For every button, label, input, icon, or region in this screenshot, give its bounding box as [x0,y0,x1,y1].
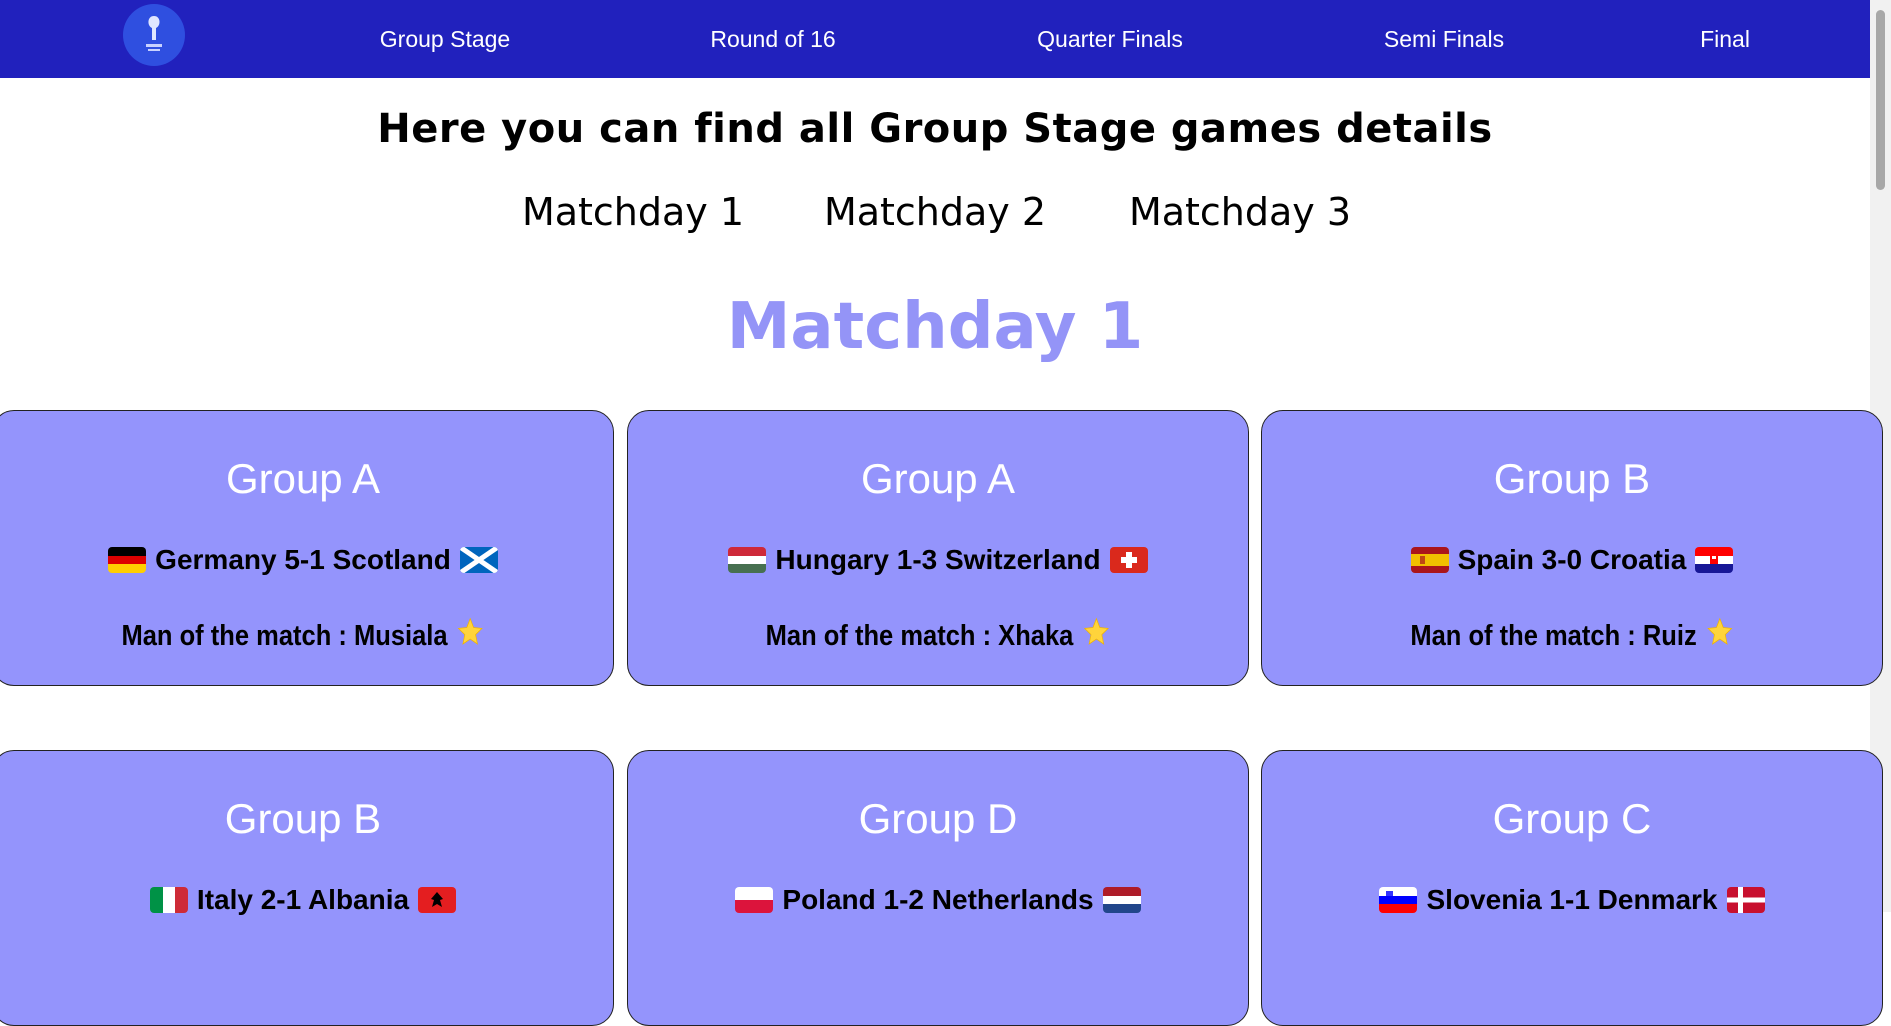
group-label: Group B [1493,455,1651,502]
match-result: Hungary 1-3 Switzerland [628,544,1248,576]
match-result: Germany 5-1 Scotland [0,544,613,576]
match-card: Group D Poland 1-2 Netherlands [627,750,1249,1026]
match-card: Group A Germany 5-1 Scotland Man of the … [0,410,614,686]
matchday-2-link[interactable]: Matchday 2 [824,190,1046,234]
albania-flag-icon [418,887,457,913]
match-score-text: Slovenia 1-1 Denmark [1426,884,1718,915]
germany-flag-icon [108,547,147,573]
nav-link-final[interactable]: Final [1700,0,1750,78]
match-score-text: Hungary 1-3 Switzerland [775,544,1101,575]
match-result: Poland 1-2 Netherlands [628,884,1248,916]
match-score-text: Germany 5-1 Scotland [155,544,451,575]
poland-flag-icon [735,887,774,913]
italy-flag-icon [149,887,188,913]
netherlands-flag-icon [1102,887,1141,913]
motm-text: Man of the match : Musiala [121,619,448,652]
scrollbar-thumb[interactable] [1876,10,1885,190]
denmark-flag-icon [1726,887,1765,913]
match-score-text: Spain 3-0 Croatia [1457,544,1687,575]
matchday-1-link[interactable]: Matchday 1 [522,190,744,234]
spain-flag-icon [1410,547,1449,573]
motm-text: Man of the match : Xhaka [765,619,1074,652]
slovenia-flag-icon [1379,887,1418,913]
scotland-flag-icon [459,547,498,573]
euro2024-logo-icon[interactable] [123,4,185,66]
star-icon [1082,616,1110,656]
match-result: Italy 2-1 Albania [0,884,613,916]
page-headline: Here you can find all Group Stage games … [377,106,1493,152]
match-card: Group B Spain 3-0 Croatia Man of the mat… [1261,410,1883,686]
matchday-3-link[interactable]: Matchday 3 [1129,190,1351,234]
star-icon [1706,616,1734,656]
top-navbar: Group Stage Round of 16 Quarter Finals S… [0,0,1870,78]
nav-link-round-of-16[interactable]: Round of 16 [710,0,835,78]
nav-link-group-stage[interactable]: Group Stage [380,0,510,78]
match-score-text: Italy 2-1 Albania [196,884,410,915]
man-of-the-match: Man of the match : Musiala [30,616,576,656]
group-label: Group A [860,455,1016,502]
section-title: Matchday 1 [726,290,1144,364]
nav-link-quarter-finals[interactable]: Quarter Finals [1037,0,1183,78]
group-label: Group A [225,455,381,502]
man-of-the-match: Man of the match : Ruiz [1299,616,1845,656]
nav-link-semi-finals[interactable]: Semi Finals [1384,0,1504,78]
star-icon [456,616,484,656]
match-card: Group A Hungary 1-3 Switzerland Man of t… [627,410,1249,686]
match-result: Slovenia 1-1 Denmark [1262,884,1882,916]
match-card: Group C Slovenia 1-1 Denmark [1261,750,1883,1026]
croatia-flag-icon [1695,547,1734,573]
motm-text: Man of the match : Ruiz [1410,619,1697,652]
hungary-flag-icon [728,547,767,573]
match-score-text: Poland 1-2 Netherlands [782,884,1094,915]
switzerland-flag-icon [1109,547,1148,573]
man-of-the-match: Man of the match : Xhaka [665,616,1211,656]
match-card: Group B Italy 2-1 Albania [0,750,614,1026]
match-result: Spain 3-0 Croatia [1262,544,1882,576]
group-label: Group C [1492,795,1652,842]
group-label: Group D [858,795,1018,842]
group-label: Group B [224,795,382,842]
